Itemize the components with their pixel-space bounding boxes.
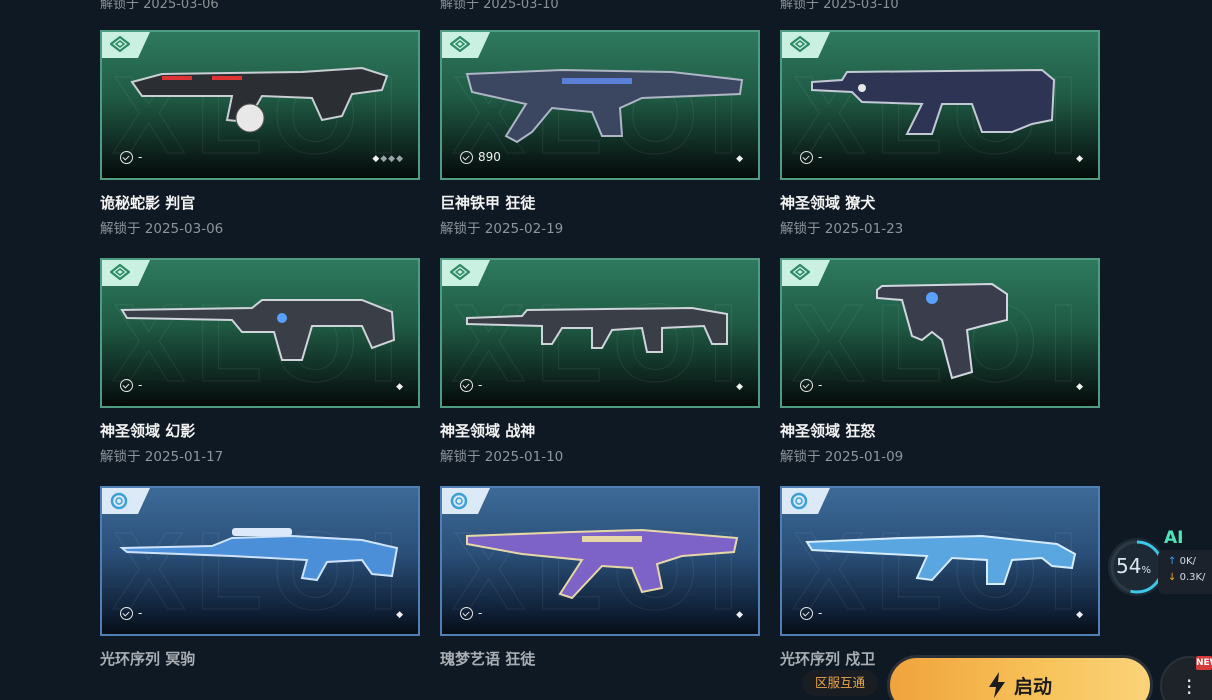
upload-speed: 0K/ xyxy=(1179,556,1196,567)
skin-thumbnail[interactable]: XLOI - ◆ xyxy=(440,486,760,636)
price: 890 xyxy=(460,150,501,164)
ai-network-widget[interactable]: AI 54% ↑ 0K/ ↓ 0.3K/ xyxy=(1106,528,1212,600)
unlock-date: 解锁于 2025-01-09 xyxy=(780,449,904,465)
region-interop-button[interactable]: 区服互通 xyxy=(802,670,878,696)
skin-card[interactable]: XLOI - ◆ 神圣领域 幻影 解锁于 2025-01-17 xyxy=(100,258,420,465)
sniper-weapon-icon xyxy=(119,528,399,582)
phantom-weapon-icon xyxy=(120,299,396,361)
valorant-points-icon xyxy=(460,150,473,164)
valorant-points-icon xyxy=(120,150,133,164)
unlock-date: 解锁于 2025-01-10 xyxy=(440,449,564,465)
valorant-points-icon xyxy=(460,606,473,620)
upload-arrow-icon: ↑ xyxy=(1168,556,1177,567)
price: - xyxy=(800,606,822,620)
more-vertical-icon: · · · xyxy=(1186,669,1193,700)
level-indicator: ◆◆◆◆ xyxy=(372,154,404,164)
valorant-points-icon xyxy=(120,378,133,392)
download-arrow-icon: ↓ xyxy=(1168,572,1177,583)
price: - xyxy=(460,606,482,620)
price: - xyxy=(120,378,142,392)
lightning-icon xyxy=(988,672,1005,698)
skin-card[interactable]: XLOI 890 ◆ 巨神铁甲 狂徒 解锁于 2025-02-19 xyxy=(440,30,760,237)
valorant-points-icon xyxy=(120,606,133,620)
price-value: - xyxy=(478,606,483,620)
smg-weapon-icon xyxy=(811,68,1056,135)
skin-thumbnail[interactable]: XLOI - ◆ xyxy=(780,258,1100,408)
pistol-weapon-icon xyxy=(876,282,1008,380)
skin-card[interactable]: XLOI - ◆ 神圣领域 战神 解锁于 2025-01-10 xyxy=(440,258,760,465)
unlock-date: 解锁于 2025-01-23 xyxy=(780,221,904,237)
unlock-date: 解锁于 2025-03-06 xyxy=(100,221,224,237)
skin-thumbnail[interactable]: XLOI - ◆ xyxy=(440,258,760,408)
price: - xyxy=(460,378,482,392)
speed-readout: ↑ 0K/ ↓ 0.3K/ xyxy=(1158,550,1212,594)
level-indicator: ◆ xyxy=(736,610,744,620)
price-value: - xyxy=(138,378,143,392)
skin-thumbnail[interactable]: XLOI - ◆ xyxy=(100,486,420,636)
skin-card[interactable]: XLOI - ◆ 神圣领域 獠犬 解锁于 2025-01-23 xyxy=(780,30,1100,237)
level-indicator: ◆ xyxy=(1076,382,1084,392)
valorant-points-icon xyxy=(800,378,813,392)
valorant-points-icon xyxy=(460,378,473,392)
level-indicator: ◆ xyxy=(736,154,744,164)
price: - xyxy=(120,606,142,620)
price-value: - xyxy=(818,150,823,164)
skin-thumbnail[interactable]: XLOI 890 ◆ xyxy=(440,30,760,180)
skin-card[interactable]: XLOI - ◆ 光环序列 冥驹 xyxy=(100,486,420,673)
partial-date: 解锁于 2025-03-10 xyxy=(440,0,559,12)
skin-name: 神圣领域 战神 xyxy=(440,422,536,440)
price-value: - xyxy=(478,378,483,392)
skin-thumbnail[interactable]: XLOI - ◆ xyxy=(100,258,420,408)
partial-date: 解锁于 2025-03-06 xyxy=(100,0,219,12)
launch-button[interactable]: 启动 xyxy=(887,655,1153,700)
skin-name: 神圣领域 獠犬 xyxy=(780,194,876,212)
price-value: - xyxy=(818,378,823,392)
ai-percent-unit: % xyxy=(1141,565,1151,576)
launch-label: 启动 xyxy=(1013,676,1052,698)
price-value: - xyxy=(138,606,143,620)
skin-name: 光环序列 冥驹 xyxy=(100,650,196,668)
lmg-weapon-icon xyxy=(466,306,728,353)
ai-percent: 54 xyxy=(1116,554,1142,578)
unlock-date: 解锁于 2025-02-19 xyxy=(440,221,564,237)
price-value: - xyxy=(818,606,823,620)
level-indicator: ◆ xyxy=(396,610,404,620)
skin-name: 神圣领域 狂怒 xyxy=(780,422,876,440)
skin-name: 巨神铁甲 狂徒 xyxy=(440,194,536,212)
new-badge: NEW xyxy=(1196,656,1212,670)
level-indicator: ◆ xyxy=(396,382,404,392)
skin-name: 神圣领域 幻影 xyxy=(100,422,196,440)
unlock-date: 解锁于 2025-01-17 xyxy=(100,449,224,465)
ai-label: AI xyxy=(1164,528,1184,548)
skin-name: 诡秘蛇影 判官 xyxy=(100,194,196,212)
price-value: 890 xyxy=(478,150,501,164)
guardian-weapon-icon xyxy=(805,534,1077,585)
valorant-points-icon xyxy=(800,150,813,164)
skin-card[interactable]: XLOI - ◆◆◆◆ 诡秘蛇影 判官 解锁于 2025-03-06 xyxy=(100,30,420,237)
download-speed: 0.3K/ xyxy=(1179,572,1206,583)
level-indicator: ◆ xyxy=(736,382,744,392)
skin-thumbnail[interactable]: XLOI - ◆ xyxy=(780,30,1100,180)
partial-date: 解锁于 2025-03-10 xyxy=(780,0,899,12)
skin-name: 瑰梦艺语 狂徒 xyxy=(440,650,536,668)
price: - xyxy=(800,378,822,392)
skin-card[interactable]: XLOI - ◆ 神圣领域 狂怒 解锁于 2025-01-09 xyxy=(780,258,1100,465)
skin-thumbnail[interactable]: XLOI - ◆ xyxy=(780,486,1100,636)
skin-card[interactable]: XLOI - ◆ 光环序列 戍卫 xyxy=(780,486,1100,673)
price: - xyxy=(800,150,822,164)
price-value: - xyxy=(138,150,143,164)
vandal-weapon-icon xyxy=(466,528,739,600)
price: - xyxy=(120,150,142,164)
level-indicator: ◆ xyxy=(1076,610,1084,620)
level-indicator: ◆ xyxy=(1076,154,1084,164)
previous-row-dates: 解锁于 2025-03-06 解锁于 2025-03-10 解锁于 2025-0… xyxy=(0,0,1212,12)
skin-card[interactable]: XLOI - ◆ 瑰梦艺语 狂徒 xyxy=(440,486,760,673)
skin-thumbnail[interactable]: XLOI - ◆◆◆◆ xyxy=(100,30,420,180)
valorant-points-icon xyxy=(800,606,813,620)
